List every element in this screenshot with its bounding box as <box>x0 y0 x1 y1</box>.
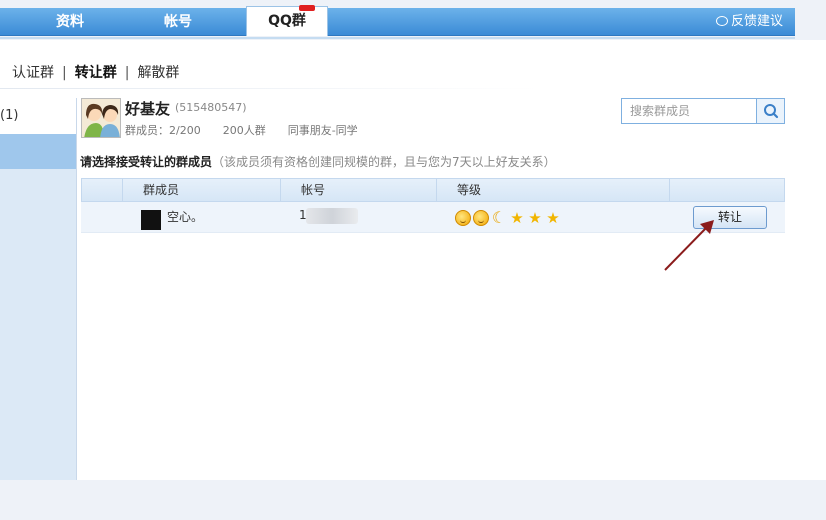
subnav-certify-group[interactable]: 认证群 <box>12 65 54 81</box>
sidebar-selected-group[interactable] <box>0 134 76 169</box>
header-member: 群成员 <box>122 179 280 201</box>
search-icon <box>764 104 779 119</box>
group-member-count: 群成员：2/200 <box>125 124 201 137</box>
group-size: 200人群 <box>222 124 266 137</box>
tab-strip: 资料 帐号 QQ群 反馈建议 <box>0 5 795 36</box>
sub-navigation: 认证群 | 转让群 | 解散群 <box>12 62 185 82</box>
subnav-separator: | <box>124 65 130 81</box>
search-button[interactable] <box>756 99 784 123</box>
sidebar-background <box>0 169 76 480</box>
header-level: 等级 <box>436 179 669 201</box>
tab-divider <box>0 37 795 39</box>
subnav-separator: | <box>62 65 67 81</box>
page-footer-background <box>0 480 826 520</box>
sun-icon <box>473 210 489 226</box>
top-navigation: 资料 帐号 QQ群 反馈建议 <box>0 0 826 39</box>
member-search-input[interactable] <box>622 99 756 123</box>
member-avatar <box>141 210 161 230</box>
new-badge <box>299 5 315 11</box>
group-count: (1) <box>0 108 19 123</box>
instruction-note: （该成员须有资格创建同规模的群，且与您为7天以上好友关系） <box>212 155 556 169</box>
annotation-arrow <box>664 220 714 271</box>
tab-qq-group-label: QQ群 <box>268 13 306 29</box>
header-action <box>669 179 786 201</box>
group-list-sidebar: (1) <box>0 98 77 480</box>
sun-icon <box>455 210 471 226</box>
group-meta: 群成员：2/200 200人群 同事朋友-同学 <box>125 122 380 138</box>
group-number: (515480547) <box>175 101 247 114</box>
member-level: ☾ ★ ★ ★ <box>455 210 561 226</box>
star-icon: ★ <box>528 209 542 227</box>
member-search <box>621 98 785 124</box>
subnav-divider <box>0 88 540 89</box>
moon-icon: ☾ <box>491 208 507 227</box>
header-account: 帐号 <box>280 179 436 201</box>
group-name: 好基友 <box>125 100 171 118</box>
feedback-link[interactable]: 反馈建议 <box>715 8 783 36</box>
tab-qq-group[interactable]: QQ群 <box>246 5 328 36</box>
star-icon: ★ <box>510 209 524 227</box>
transfer-instruction: 请选择接受转让的群成员（该成员须有资格创建同规模的群，且与您为7天以上好友关系） <box>80 153 556 170</box>
member-name: 空心。 <box>167 210 204 224</box>
subnav-transfer-group[interactable]: 转让群 <box>75 65 117 81</box>
tab-account[interactable]: 帐号 <box>148 8 208 36</box>
table-header: 群成员 帐号 等级 <box>81 178 785 202</box>
star-icon: ★ <box>546 209 560 227</box>
speech-bubble-icon <box>715 16 728 26</box>
group-category: 同事朋友-同学 <box>287 124 358 137</box>
instruction-title: 请选择接受转让的群成员 <box>80 155 213 169</box>
subnav-dissolve-group[interactable]: 解散群 <box>137 65 179 81</box>
tab-profile[interactable]: 资料 <box>40 8 100 36</box>
account-redaction <box>306 208 358 224</box>
group-avatar <box>81 98 121 138</box>
feedback-label: 反馈建议 <box>730 14 783 29</box>
